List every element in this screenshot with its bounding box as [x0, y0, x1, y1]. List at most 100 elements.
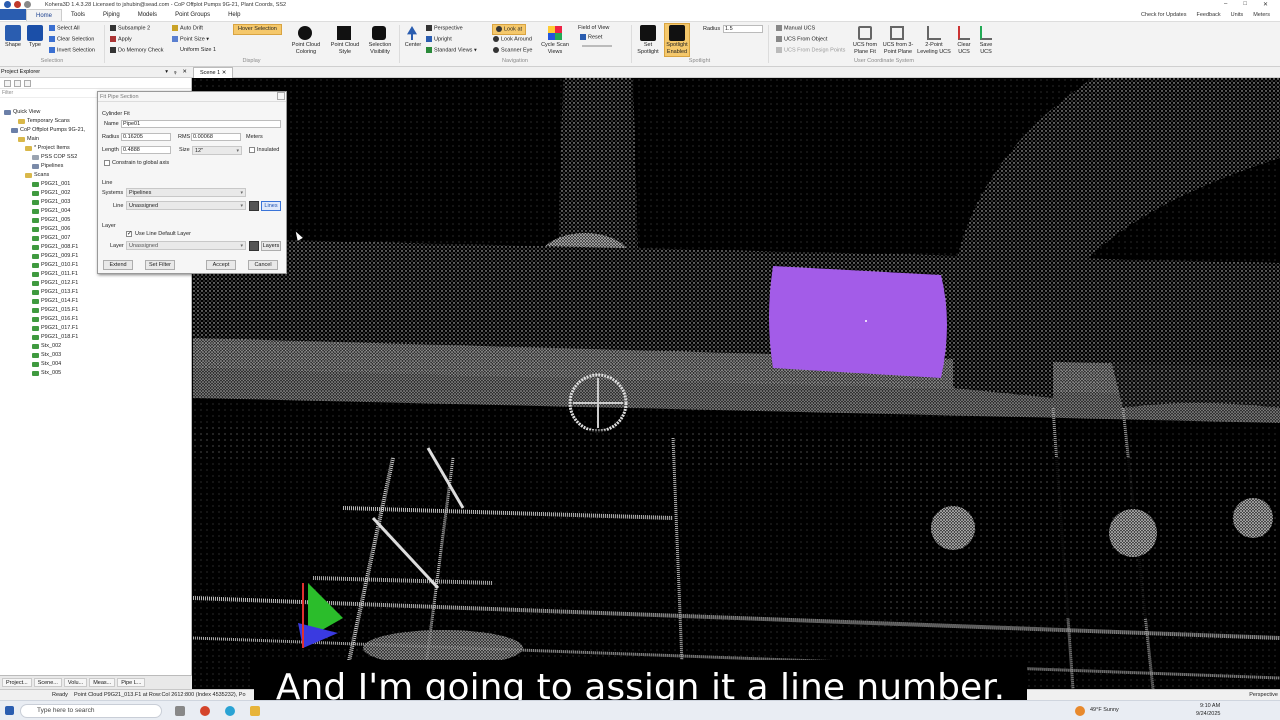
fov-reset-button[interactable]: Reset [580, 34, 602, 41]
tree-item[interactable]: Pipelines [32, 162, 63, 171]
maximize-icon[interactable]: □ [1243, 1, 1247, 8]
select-all-button[interactable]: Select All [49, 25, 80, 32]
fitted-cylinder[interactable] [769, 266, 947, 378]
tab-pipe-lines[interactable]: Pipe L... [117, 678, 146, 687]
ucs-from-design-button[interactable]: UCS From Design Points [776, 47, 845, 54]
insulated-checkbox[interactable] [249, 147, 255, 153]
fov-slider[interactable] [582, 45, 612, 47]
extend-button[interactable]: Extend [103, 260, 133, 270]
lines-button[interactable]: Lines [261, 201, 281, 211]
standard-views-dropdown[interactable]: Standard Views ▾ [426, 47, 477, 54]
hover-selection-button[interactable]: Hover Selection [233, 24, 282, 35]
app-logo-icon[interactable] [4, 1, 11, 8]
use-line-default-layer-checkbox[interactable] [126, 230, 132, 237]
two-point-leveling-button[interactable]: 2-Point Leveling UCS [915, 42, 953, 56]
type-button[interactable]: Type [25, 42, 45, 49]
tree-item[interactable]: Stx_003 [32, 351, 61, 360]
tree-item[interactable]: P9G21_007 [32, 234, 70, 243]
tree-item[interactable]: P9G21_016.F1 [32, 315, 78, 324]
center-button[interactable]: Center [402, 42, 424, 49]
tree-item[interactable]: P9G21_012.F1 [32, 279, 78, 288]
tree-item[interactable]: P9G21_003 [32, 198, 70, 207]
look-at-button[interactable]: Look at [492, 24, 527, 36]
units-dropdown[interactable]: Meters [1253, 9, 1270, 21]
task-view-icon[interactable] [175, 706, 185, 716]
save-ucs-button[interactable]: Save UCS [974, 42, 998, 56]
line-dropdown[interactable]: Unassigned ▾ [126, 201, 246, 210]
clear-selection-button[interactable]: Clear Selection [49, 36, 94, 43]
tab-home[interactable]: Home [26, 9, 63, 21]
rms-field[interactable]: 0.00068 [191, 133, 241, 141]
uniform-size-value[interactable]: 1 [213, 47, 216, 53]
line-color-swatch[interactable] [249, 201, 259, 211]
point-cloud-coloring-button[interactable]: Point Cloud Coloring [286, 42, 326, 56]
collapse-icon[interactable] [24, 80, 31, 87]
scene-viewport[interactable] [193, 78, 1280, 689]
taskbar-search-input[interactable]: Type here to search [20, 704, 162, 718]
file-explorer-icon[interactable] [250, 706, 260, 716]
subsample-value[interactable]: 2 [147, 25, 150, 31]
selection-visibility-button[interactable]: Selection Visibility [360, 42, 400, 56]
manual-ucs-button[interactable]: Manual UCS [776, 25, 815, 32]
memory-check-button[interactable]: Do Memory Check [110, 47, 164, 54]
cancel-button[interactable]: Cancel [248, 260, 278, 270]
minimize-icon[interactable]: – [1224, 1, 1227, 8]
tree-item[interactable]: P9G21_001 [32, 180, 70, 189]
point-size-dropdown[interactable]: Point Size ▾ [172, 36, 209, 43]
point-cloud-style-button[interactable]: Point Cloud Style [325, 42, 365, 56]
uniform-size-control[interactable]: Uniform Size 1 [180, 47, 216, 54]
tab-project[interactable]: Project... [2, 678, 32, 687]
systems-dropdown[interactable]: Pipelines ▾ [126, 188, 246, 197]
tree-item[interactable]: CoP Offplot Pumps 9G-21, [11, 126, 85, 135]
accept-button[interactable]: Accept [206, 260, 236, 270]
upright-button[interactable]: Upright [426, 36, 452, 43]
tree-item[interactable]: P9G21_015.F1 [32, 306, 78, 315]
feedback-link[interactable]: Feedback [1197, 9, 1221, 21]
size-dropdown[interactable]: 12" ▾ [192, 146, 242, 155]
clock-time[interactable]: 9:10 AM [1200, 703, 1220, 709]
tree-item[interactable]: Quick View [4, 108, 40, 117]
browser-icon[interactable] [200, 706, 210, 716]
pane-close-icon[interactable]: ✕ [182, 67, 187, 78]
tree-item[interactable]: P9G21_009.F1 [32, 252, 78, 261]
shape-button[interactable]: Shape [3, 42, 23, 49]
ucs-from-object-button[interactable]: UCS From Object [776, 36, 827, 43]
weather-text[interactable]: 49°F Sunny [1090, 707, 1119, 713]
tree-item[interactable]: Stx_005 [32, 369, 61, 378]
tab-measurements[interactable]: Meas... [89, 678, 116, 687]
type-icon[interactable] [27, 25, 43, 41]
scanner-eye-button[interactable]: Scanner Eye [493, 47, 533, 54]
tree-item[interactable]: Scans [25, 171, 49, 180]
scene-tab[interactable]: Scene 1 ✕ [193, 67, 234, 78]
tab-scene[interactable]: Scene... [33, 678, 62, 687]
tree-item[interactable]: Main [18, 135, 39, 144]
perspective-button[interactable]: Perspective [426, 25, 463, 32]
tree-item[interactable]: P9G21_011.F1 [32, 270, 78, 279]
tree-item[interactable]: P9G21_018.F1 [32, 333, 78, 342]
tree-item[interactable]: P9G21_010.F1 [32, 261, 78, 270]
spotlight-radius-input[interactable]: 1.5 [723, 25, 763, 33]
layers-button[interactable]: Layers [261, 241, 281, 251]
set-spotlight-button[interactable]: Set Spotlight [634, 42, 662, 56]
auto-drift-button[interactable]: Auto Drift [172, 25, 203, 32]
tab-volumes[interactable]: Volu... [63, 678, 88, 687]
tree-item[interactable]: P9G21_005 [32, 216, 70, 225]
start-icon[interactable] [5, 706, 14, 715]
tree-item[interactable]: PSS COP SS2 [32, 153, 77, 162]
spotlight-enabled-button[interactable]: Spotlight Enabled [662, 42, 692, 56]
constrain-checkbox[interactable] [104, 160, 110, 166]
folder-icon[interactable] [14, 80, 21, 87]
layer-dropdown[interactable]: Unassigned ▾ [126, 241, 246, 250]
tree-item[interactable]: Stx_002 [32, 342, 61, 351]
layer-color-swatch[interactable] [249, 241, 259, 251]
tree-item[interactable]: P9G21_006 [32, 225, 70, 234]
radius-field[interactable]: 0.16205 [121, 133, 171, 141]
tab-help[interactable]: Help [219, 9, 249, 21]
tab-point-groups[interactable]: Point Groups [166, 9, 219, 21]
tab-models[interactable]: Models [129, 9, 166, 21]
set-filter-button[interactable]: Set Filter [145, 260, 175, 270]
length-field[interactable]: 0.4888 [121, 146, 171, 154]
edge-icon[interactable] [225, 706, 235, 716]
tree-item[interactable]: P9G21_014.F1 [32, 297, 78, 306]
dialog-close-icon[interactable] [277, 92, 285, 100]
